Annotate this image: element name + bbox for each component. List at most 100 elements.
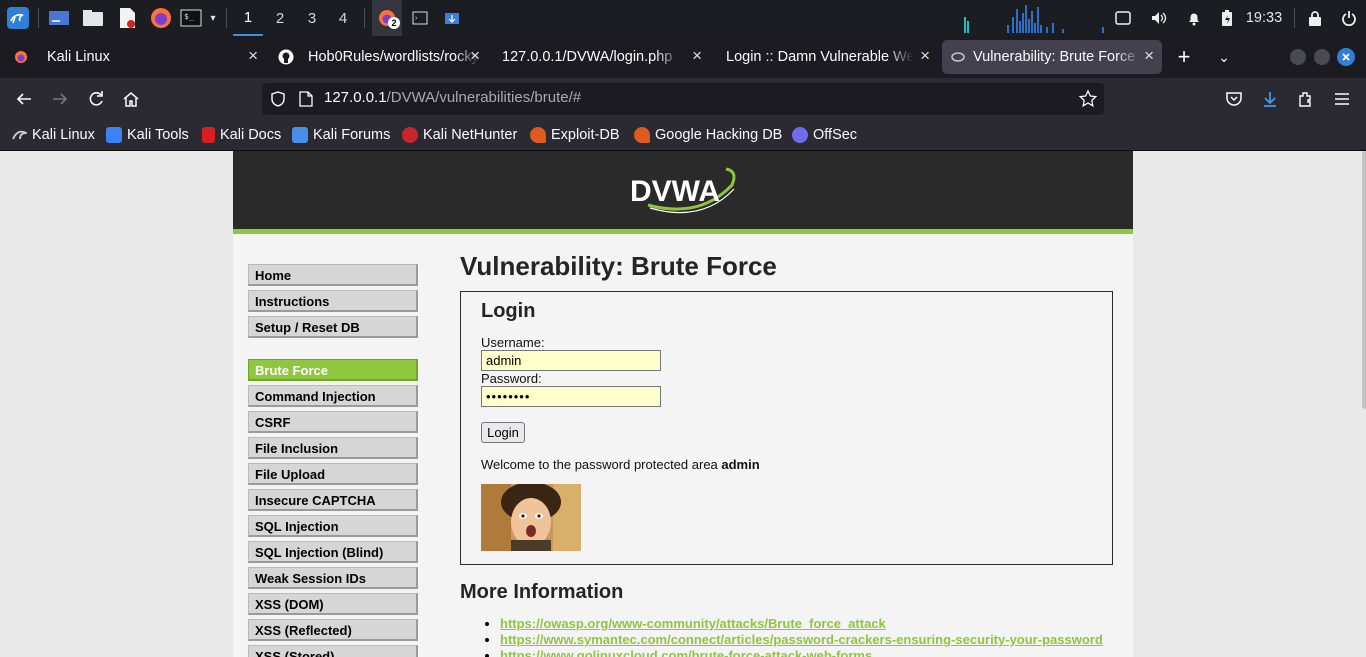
menu-command-injection[interactable]: Command Injection xyxy=(248,385,418,407)
welcome-message: Welcome to the password protected area a… xyxy=(481,457,760,472)
home-icon[interactable] xyxy=(118,86,144,112)
bookmark-kali-linux[interactable]: Kali Linux xyxy=(11,126,95,144)
logo-text: DVWA xyxy=(630,175,720,208)
workspace-2[interactable]: 2 xyxy=(265,0,295,36)
menu-instructions[interactable]: Instructions xyxy=(248,290,418,312)
new-tab-icon[interactable]: + xyxy=(1172,40,1196,74)
volume-icon[interactable] xyxy=(1148,0,1170,36)
bookmark-kali-tools[interactable]: Kali Tools xyxy=(106,126,189,144)
firefox-favicon-icon xyxy=(14,50,28,64)
bookmark-google-hacking-db[interactable]: Google Hacking DB xyxy=(634,126,782,144)
taskbar-downloads[interactable] xyxy=(440,0,464,36)
bookmark-exploit-db[interactable]: Exploit-DB xyxy=(530,126,620,144)
downloads-icon[interactable] xyxy=(1257,86,1283,112)
list-item: https://www.golinuxcloud.com/brute-force… xyxy=(500,648,1103,657)
golinuxcloud-brute-force-link[interactable]: https://www.golinuxcloud.com/brute-force… xyxy=(500,648,872,657)
firefox-launcher-icon[interactable] xyxy=(148,0,174,36)
github-icon xyxy=(278,49,294,65)
kali-menu-icon[interactable] xyxy=(4,0,32,36)
page-scrollbar[interactable] xyxy=(1362,151,1366,409)
page-viewport: DVWA Home Instructions Setup / Reset DB … xyxy=(0,151,1366,657)
page-icon[interactable] xyxy=(299,91,313,112)
dvwa-container: DVWA Home Instructions Setup / Reset DB … xyxy=(233,151,1133,657)
close-tab-icon[interactable]: × xyxy=(920,46,930,66)
page-title: Vulnerability: Brute Force xyxy=(460,251,777,281)
forward-icon[interactable] xyxy=(47,86,73,112)
menu-file-inclusion[interactable]: File Inclusion xyxy=(248,437,418,459)
menu-xss-reflected[interactable]: XSS (Reflected) xyxy=(248,619,418,641)
close-window-icon[interactable] xyxy=(1336,40,1356,74)
welcome-text: Welcome to the password protected area xyxy=(481,457,722,472)
show-desktop-icon[interactable] xyxy=(46,0,72,36)
pocket-icon[interactable] xyxy=(1221,86,1247,112)
menu-brute-force[interactable]: Brute Force xyxy=(248,359,418,381)
workspace-4[interactable]: 4 xyxy=(328,0,358,36)
terminal-dropdown-icon[interactable]: ▾ xyxy=(204,0,222,36)
close-tab-icon[interactable]: × xyxy=(1144,46,1154,66)
nethunter-icon xyxy=(402,127,418,143)
url-host: 127.0.0.1 xyxy=(324,89,387,106)
text-editor-icon[interactable] xyxy=(114,0,140,36)
menu-sql-injection[interactable]: SQL Injection xyxy=(248,515,418,537)
menu-csrf[interactable]: CSRF xyxy=(248,411,418,433)
ghdb-icon xyxy=(634,127,650,143)
tab-kali-linux[interactable]: Kali Linux × xyxy=(4,40,266,74)
reload-icon[interactable] xyxy=(83,86,109,112)
taskbar-terminal[interactable]: › xyxy=(408,0,432,36)
menu-xss-stored[interactable]: XSS (Stored) xyxy=(248,645,418,657)
power-icon[interactable] xyxy=(1338,0,1360,36)
bookmark-kali-docs[interactable]: Kali Docs xyxy=(202,126,281,144)
workspace-1[interactable]: 1 xyxy=(233,0,263,36)
tab-brute-force[interactable]: Vulnerability: Brute Force :: × xyxy=(942,40,1162,74)
more-information-heading: More Information xyxy=(460,581,624,603)
kali-forums-icon xyxy=(292,127,308,143)
menu-file-upload[interactable]: File Upload xyxy=(248,463,418,485)
taskbar-firefox[interactable]: 2 xyxy=(372,0,402,36)
username-input[interactable] xyxy=(481,350,661,371)
tab-dvwa-login-php[interactable]: 127.0.0.1/DVWA/login.php × xyxy=(492,40,710,74)
list-all-tabs-icon[interactable]: ⌄ xyxy=(1212,40,1236,74)
maximize-window-icon[interactable] xyxy=(1312,40,1332,74)
lock-icon[interactable] xyxy=(1304,0,1326,36)
close-tab-icon[interactable]: × xyxy=(692,46,702,66)
bookmark-offsec[interactable]: OffSec xyxy=(792,126,857,144)
bookmark-star-icon[interactable] xyxy=(1078,89,1098,114)
dvwa-logo[interactable]: DVWA xyxy=(630,161,740,221)
exploit-db-icon xyxy=(530,127,546,143)
url-text: 127.0.0.1/DVWA/vulnerabilities/brute/# xyxy=(324,89,581,106)
owasp-brute-force-link[interactable]: https://owasp.org/www-community/attacks/… xyxy=(500,616,886,631)
close-tab-icon[interactable]: × xyxy=(248,46,258,66)
bookmark-kali-nethunter[interactable]: Kali NetHunter xyxy=(402,126,517,144)
menu-home[interactable]: Home xyxy=(248,264,418,286)
extensions-icon[interactable] xyxy=(1293,86,1319,112)
menu-xss-dom[interactable]: XSS (DOM) xyxy=(248,593,418,615)
login-heading: Login xyxy=(481,300,536,322)
clock[interactable]: 19:33 xyxy=(1243,0,1285,36)
list-item: https://www.symantec.com/connect/article… xyxy=(500,632,1103,648)
dvwa-favicon-icon xyxy=(951,50,965,64)
file-manager-icon[interactable] xyxy=(80,0,106,36)
menu-setup-reset-db[interactable]: Setup / Reset DB xyxy=(248,316,418,338)
symantec-password-crackers-link[interactable]: https://www.symantec.com/connect/article… xyxy=(500,632,1103,647)
tab-dvwa-login[interactable]: Login :: Damn Vulnerable Web × xyxy=(716,40,938,74)
menu-weak-session-ids[interactable]: Weak Session IDs xyxy=(248,567,418,589)
screen-icon[interactable] xyxy=(1112,0,1134,36)
minimize-window-icon[interactable] xyxy=(1288,40,1308,74)
bookmark-kali-forums[interactable]: Kali Forums xyxy=(292,126,390,144)
workspace-3[interactable]: 3 xyxy=(297,0,327,36)
tab-title: Kali Linux xyxy=(47,49,110,65)
app-menu-icon[interactable] xyxy=(1329,86,1355,112)
password-input[interactable]: •••••••• xyxy=(481,386,661,407)
network-graph xyxy=(962,0,1107,36)
site-info-icon[interactable] xyxy=(270,91,286,112)
close-tab-icon[interactable]: × xyxy=(470,46,480,66)
url-path: /DVWA/vulnerabilities/brute/# xyxy=(386,89,582,106)
login-button[interactable]: Login xyxy=(481,422,525,443)
back-icon[interactable] xyxy=(11,86,37,112)
menu-insecure-captcha[interactable]: Insecure CAPTCHA xyxy=(248,489,418,511)
terminal-icon[interactable]: $_ xyxy=(180,0,202,36)
notifications-icon[interactable] xyxy=(1183,0,1205,36)
url-bar[interactable]: 127.0.0.1/DVWA/vulnerabilities/brute/# xyxy=(262,83,1104,115)
tab-wordlists[interactable]: Hob0Rules/wordlists/rockyou × xyxy=(270,40,488,74)
menu-sql-injection-blind[interactable]: SQL Injection (Blind) xyxy=(248,541,418,563)
